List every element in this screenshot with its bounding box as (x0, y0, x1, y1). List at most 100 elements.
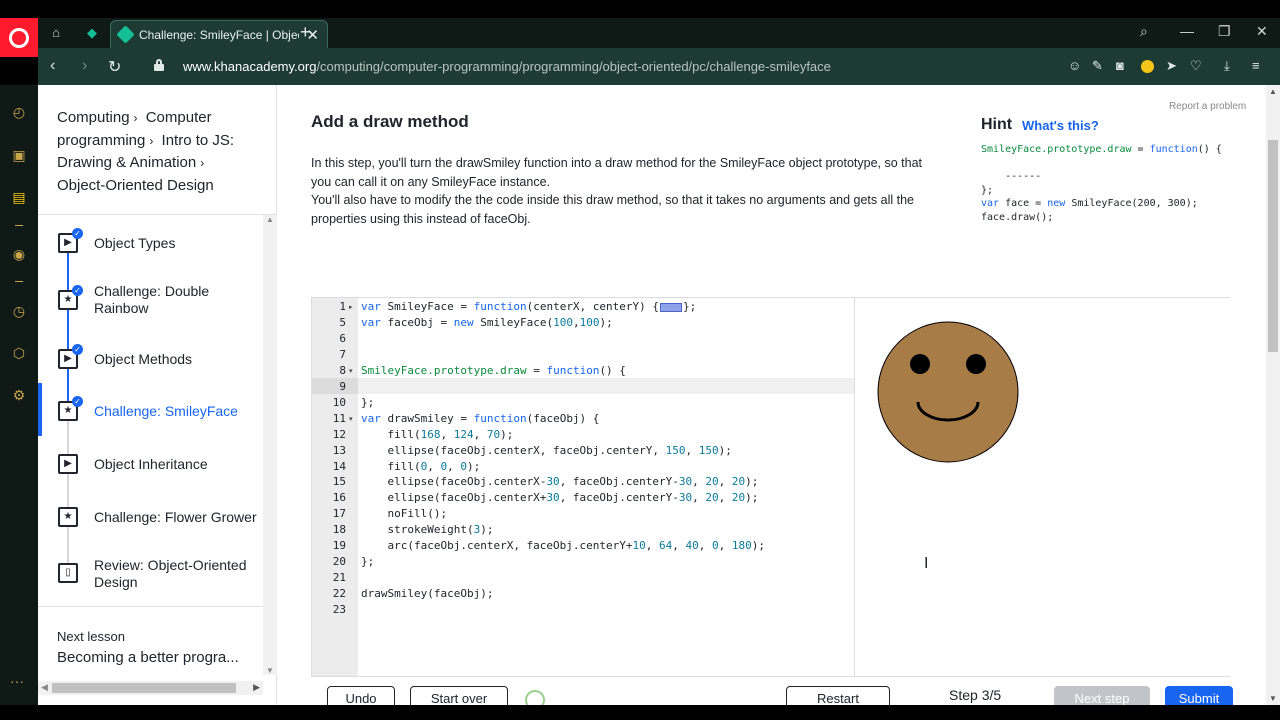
code-line[interactable]: }; (361, 396, 374, 409)
code-line[interactable]: drawSmiley(faceObj); (361, 587, 493, 600)
lesson-title: Review: Object-Oriented Design (94, 557, 247, 590)
lesson-title: Challenge: Flower Grower (94, 509, 257, 525)
settings-icon[interactable]: ⚙ (10, 386, 28, 404)
edit-icon[interactable]: ✎ (1092, 58, 1103, 74)
undo-button[interactable]: Undo (327, 686, 395, 705)
hint-line: }; (981, 184, 994, 196)
code-line[interactable]: strokeWeight(3); (361, 523, 493, 536)
breadcrumb-sep: › (149, 133, 154, 148)
hint-line: var face = new SmileyFace(200, 300); (981, 198, 1198, 209)
tab-title: Challenge: SmileyFace | Object-Oriented … (139, 28, 299, 42)
code-line[interactable]: var faceObj = new SmileyFace(100,100); (361, 316, 613, 329)
fold-toggle-icon[interactable]: ▸ (349, 303, 353, 311)
next-lesson-link[interactable]: Becoming a better progra... (57, 649, 252, 666)
twitch-icon[interactable]: ▤ (10, 188, 28, 206)
report-problem-link[interactable]: Report a problem (1169, 101, 1246, 112)
editor-toolbar: Undo Start over Restart Step 3/5 Next st… (327, 686, 1247, 705)
url-field[interactable]: www.khanacademy.org/computing/computer-p… (183, 59, 831, 74)
camera-icon[interactable]: ◙ (1116, 58, 1124, 73)
game-controller-icon[interactable]: ⌂ (46, 24, 66, 42)
screen: ⌂ ◆ Challenge: SmileyFace | Object-Orien… (0, 0, 1280, 720)
code-line[interactable]: arc(faceObj.centerX, faceObj.centerY+10,… (361, 539, 765, 552)
page: Computing › Computer programming › Intro t… (38, 85, 1280, 705)
next-step-button[interactable]: Next step (1054, 686, 1150, 705)
more-icon[interactable]: ··· (10, 673, 24, 689)
check-icon: ✓ (72, 285, 83, 296)
adblock-icon[interactable] (1141, 60, 1154, 73)
lesson-title: Object Types (94, 235, 176, 251)
search-tabs-icon[interactable]: ⌕ (1140, 23, 1148, 40)
tab-strip: ⌂ ◆ Challenge: SmileyFace | Object-Orien… (38, 18, 1280, 50)
back-icon[interactable]: ‹ (50, 57, 55, 75)
line-number: 15 (332, 475, 346, 489)
check-icon: ✓ (72, 228, 83, 239)
menu-icon[interactable]: ≡ (1252, 58, 1260, 73)
minimize-icon[interactable]: — (1180, 23, 1194, 39)
line-number: 23 (332, 603, 346, 617)
hint-line: SmileyFace.prototype.draw = function() { (981, 144, 1222, 155)
opera-logo-icon[interactable] (0, 18, 38, 57)
history-icon[interactable]: ◷ (10, 302, 28, 320)
desc-line: In this step, you'll turn the drawSmiley… (311, 156, 923, 170)
hint-line: ------ (981, 171, 1042, 182)
step-counter: Step 3/5 (949, 687, 1002, 703)
lesson-list-scrollbar[interactable]: ▲ ▼ (263, 215, 277, 675)
send-icon[interactable]: ➤ (1166, 58, 1177, 74)
sidebar-divider (15, 225, 23, 226)
code-line[interactable]: ellipse(faceObj.centerX, faceObj.centerY… (361, 444, 731, 457)
code-line[interactable]: }; (361, 555, 374, 568)
code-line[interactable]: ellipse(faceObj.centerX+30, faceObj.cent… (361, 491, 758, 504)
page-scrollbar[interactable]: ▲ ▼ (1266, 85, 1280, 705)
code-editor[interactable]: 1 ▸ var SmileyFace = function(centerX, cen… (311, 297, 1230, 677)
divider (38, 606, 263, 607)
player-icon[interactable]: ◉ (10, 245, 28, 263)
breadcrumb-ood[interactable]: Object-Oriented Design (57, 177, 214, 194)
line-number: 11 (332, 411, 346, 425)
restore-icon[interactable]: ❐ (1218, 23, 1231, 40)
extensions-icon[interactable]: ⬡ (10, 344, 28, 362)
progress-spine-remaining (67, 410, 69, 570)
step-title: Add a draw method (311, 112, 469, 131)
next-lesson-label: Next lesson (57, 629, 125, 644)
whats-this-link[interactable]: What's this? (1022, 118, 1099, 133)
hint-line (981, 157, 1251, 171)
line-number: 16 (332, 491, 346, 505)
article-icon: ▯ (58, 563, 78, 583)
work-icon[interactable]: ▣ (10, 146, 28, 164)
forward-icon[interactable]: › (82, 57, 87, 75)
fold-toggle-icon[interactable]: ▾ (349, 415, 353, 423)
line-number: 8 (339, 363, 346, 377)
tab-active[interactable]: Challenge: SmileyFace | Object-Oriented … (110, 20, 328, 50)
khan-tab-icon[interactable]: ◆ (82, 24, 102, 42)
code-line[interactable]: noFill(); (361, 507, 447, 520)
code-line[interactable]: SmileyFace.prototype.draw = function() { (361, 364, 626, 377)
emoji-icon[interactable]: ☺ (1068, 58, 1081, 73)
line-number: 12 (332, 427, 346, 441)
code-line[interactable]: var drawSmiley = function(faceObj) { (361, 412, 599, 425)
code-line[interactable]: fill(168, 124, 70); (361, 428, 513, 441)
speed-dial-icon[interactable]: ◴ (10, 103, 28, 121)
line-number: 9 (339, 379, 346, 393)
code-line[interactable]: fill(0, 0, 0); (361, 460, 480, 473)
code-line[interactable]: var SmileyFace = function(centerX, cente… (361, 300, 696, 313)
close-window-icon[interactable]: ✕ (1256, 23, 1268, 40)
restart-button[interactable]: Restart (786, 686, 890, 705)
heart-icon[interactable]: ♡ (1190, 58, 1202, 74)
submit-button[interactable]: Submit (1165, 686, 1233, 705)
reload-icon[interactable]: ↻ (108, 57, 121, 77)
breadcrumb-computing[interactable]: Computing (57, 109, 130, 126)
download-icon[interactable]: ⤓ (1224, 58, 1230, 74)
hint-line: face.draw(); (981, 211, 1054, 223)
line-number: 18 (332, 523, 346, 537)
line-number: 17 (332, 507, 346, 521)
line-number: 14 (332, 459, 346, 473)
new-tab-button[interactable]: + (300, 22, 311, 43)
horizontal-scrollbar[interactable]: ◀ ▶ (38, 681, 263, 695)
lesson-title: Challenge: Double Rainbow (94, 283, 210, 316)
start-over-button[interactable]: Start over (410, 686, 508, 705)
fold-toggle-icon[interactable]: ▾ (349, 367, 353, 375)
output-canvas[interactable] (854, 298, 1230, 676)
check-icon: ✓ (72, 344, 83, 355)
code-line[interactable]: ellipse(faceObj.centerX-30, faceObj.cent… (361, 475, 758, 488)
folded-code-icon[interactable] (660, 302, 683, 312)
